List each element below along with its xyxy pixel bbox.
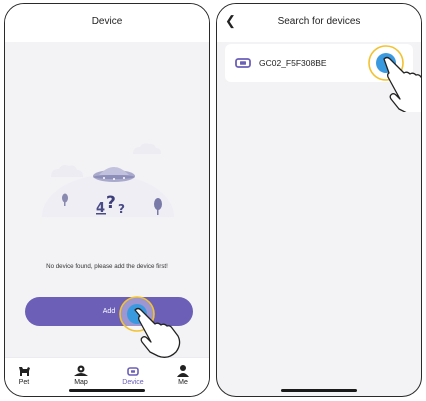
tab-label-map: Map bbox=[74, 379, 88, 386]
empty-message: No device found, please add the device f… bbox=[46, 263, 168, 270]
tab-pet[interactable]: Pet bbox=[5, 364, 44, 386]
device-screen: Device 4 ? ? No device found, please add… bbox=[4, 3, 210, 397]
device-name: GC02_F5F308BE bbox=[259, 58, 327, 68]
svg-text:?: ? bbox=[118, 202, 125, 216]
device-icon bbox=[235, 58, 251, 68]
tab-map[interactable]: Map bbox=[61, 364, 101, 386]
dog-icon bbox=[19, 367, 30, 376]
search-devices-screen: ❮ Search for devices GC02_F5F308BE bbox=[216, 3, 422, 397]
device-list-item[interactable]: GC02_F5F308BE bbox=[225, 44, 413, 82]
home-indicator bbox=[69, 389, 145, 392]
tab-label-pet: Pet bbox=[18, 379, 30, 386]
map-pin-icon bbox=[74, 365, 88, 376]
page-title: Search for devices bbox=[277, 16, 361, 27]
add-button[interactable]: Add bbox=[25, 297, 193, 326]
person-icon bbox=[177, 365, 189, 377]
device-icon bbox=[127, 367, 139, 376]
svg-text:?: ? bbox=[106, 193, 116, 213]
tab-me[interactable]: Me bbox=[163, 364, 203, 386]
header: Device bbox=[5, 4, 209, 42]
empty-state-illustration: 4 ? ? bbox=[41, 143, 175, 232]
tab-label-me: Me bbox=[178, 379, 188, 386]
tab-label-device: Device bbox=[122, 379, 144, 386]
page-title: Device bbox=[91, 16, 123, 27]
tab-device[interactable]: Device bbox=[113, 364, 153, 386]
home-indicator bbox=[281, 389, 357, 392]
header: ❮ Search for devices bbox=[217, 4, 421, 42]
